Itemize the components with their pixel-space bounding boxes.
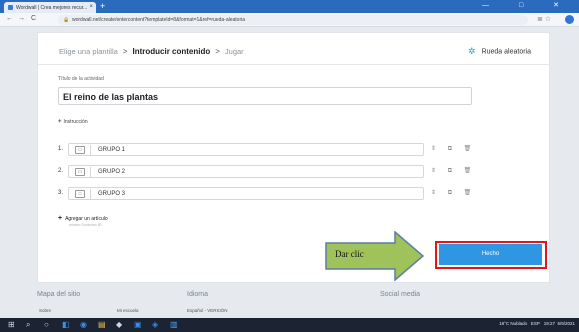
divider xyxy=(90,189,91,199)
clock-date: 6/9/2021 xyxy=(557,321,575,326)
breadcrumb-step-play[interactable]: Jugar xyxy=(225,47,244,56)
item-text: GRUPO 2 xyxy=(98,169,126,175)
footer-link[interactable]: Sobre xyxy=(39,308,51,313)
item-number: 3. xyxy=(58,190,64,196)
weather-text: 18°C Nublado xyxy=(499,321,528,326)
dar-clic-arrow-callout: Dar clic xyxy=(325,231,425,281)
store-icon[interactable]: ◆ xyxy=(116,320,122,330)
lock-icon: 🔒 xyxy=(63,17,70,23)
item-number: 1. xyxy=(58,146,64,152)
breadcrumb: Elige una plantilla > Introducir contenido… xyxy=(59,47,244,56)
taskview-icon[interactable]: ○ xyxy=(44,320,49,330)
search-icon[interactable]: ⌕ xyxy=(26,320,30,330)
instruction-label: Instrucción xyxy=(63,119,88,125)
divider xyxy=(90,167,91,177)
add-item-link[interactable]: + Agregar un artículo xyxy=(58,215,108,222)
windows-start-icon[interactable]: ⊞ xyxy=(8,320,15,330)
breadcrumb-step-template[interactable]: Elige una plantilla xyxy=(59,47,118,56)
window-controls[interactable]: — □ ✕ xyxy=(482,1,573,9)
item-input[interactable]: ▭ GRUPO 3 xyxy=(68,187,424,200)
language-indicator: ESP xyxy=(530,321,540,326)
screen: Wordwall | Crea mejores recur... × + — □… xyxy=(0,0,579,332)
new-tab-button[interactable]: + xyxy=(100,2,105,11)
template-indicator[interactable]: ✲ Rueda aleatoria xyxy=(468,46,531,57)
clock-time: 19:27 xyxy=(543,321,555,326)
forward-icon[interactable]: → xyxy=(18,15,25,22)
activity-title-label: Título de la actividad xyxy=(58,76,104,82)
back-icon[interactable]: ← xyxy=(6,15,13,22)
image-icon[interactable]: ▭ xyxy=(75,168,85,176)
mail-icon[interactable]: ▣ xyxy=(134,320,142,330)
item-actions-icons[interactable]: ⇕ ⧉ 🗑 xyxy=(431,167,476,175)
done-button[interactable]: Hecho xyxy=(439,244,542,265)
app-icon[interactable]: ▥ xyxy=(170,320,178,330)
item-text: GRUPO 3 xyxy=(98,191,126,197)
divider xyxy=(38,64,549,65)
item-input[interactable]: ▭ GRUPO 2 xyxy=(68,165,424,178)
page-content: Elige una plantilla > Introducir contenido… xyxy=(0,27,579,318)
item-actions-icons[interactable]: ⇕ ⧉ 🗑 xyxy=(431,145,476,153)
tab-title: Wordwall | Crea mejores recur... xyxy=(16,5,88,11)
footer-link[interactable]: Mi escuela xyxy=(117,308,139,313)
activity-title-input[interactable]: El reino de las plantas xyxy=(58,87,472,105)
item-number: 2. xyxy=(58,168,64,174)
windows-taskbar: ⊞ ⌕ ○ ◧ ◉ ▤ ◆ ▣ ◈ ▥ 18°C Nublado ESP 19:… xyxy=(0,318,579,332)
file-explorer-icon[interactable]: ▤ xyxy=(98,320,106,330)
callout-text: Dar clic xyxy=(335,249,364,259)
footer-sitemap-heading: Mapa del sitio xyxy=(37,291,81,298)
image-icon[interactable]: ▭ xyxy=(75,146,85,154)
breadcrumb-separator: > xyxy=(122,47,128,56)
url-field[interactable]: 🔒 wordwall.net/create/entercontent?templ… xyxy=(58,15,528,25)
item-actions-icons[interactable]: ⇕ ⧉ 🗑 xyxy=(431,189,476,197)
url-text: wordwall.net/create/entercontent?templat… xyxy=(72,17,246,23)
profile-avatar[interactable] xyxy=(565,15,574,24)
wordwall-favicon-icon xyxy=(8,5,13,10)
app-icon[interactable]: ◈ xyxy=(152,320,158,330)
edge-icon[interactable]: ◧ xyxy=(62,320,70,330)
breadcrumb-step-content: Introducir contenido xyxy=(132,47,211,56)
add-instruction-link[interactable]: + Instrucción xyxy=(58,119,88,125)
footer-language-heading: Idioma xyxy=(187,291,209,298)
bookmark-star-icon[interactable]: ≣ ☆ xyxy=(537,15,551,23)
language-selector[interactable]: Español - VERSIÓN xyxy=(187,308,228,313)
chrome-icon[interactable]: ◉ xyxy=(80,320,87,330)
browser-tab-strip: Wordwall | Crea mejores recur... × + — □… xyxy=(0,0,579,13)
template-name: Rueda aleatoria xyxy=(481,48,531,56)
address-bar-row: ← → C 🔒 wordwall.net/create/entercontent… xyxy=(0,13,579,27)
item-text: GRUPO 1 xyxy=(98,147,126,153)
system-tray[interactable]: 18°C Nublado ESP 19:27 6/9/2021 xyxy=(499,321,575,326)
browser-tab[interactable]: Wordwall | Crea mejores recur... × xyxy=(4,2,96,13)
image-icon[interactable]: ▭ xyxy=(75,190,85,198)
footer: Mapa del sitio Sobre Mi escuela Idioma E… xyxy=(37,287,550,318)
add-item-hint: mínimo 3 máximo 50 xyxy=(69,223,102,227)
add-item-label: Agregar un artículo xyxy=(65,216,108,222)
plus-icon: + xyxy=(58,119,62,125)
reload-icon[interactable]: C xyxy=(31,15,36,22)
editor-card: Elige una plantilla > Introducir contenido… xyxy=(37,32,550,283)
item-input[interactable]: ▭ GRUPO 1 xyxy=(68,143,424,156)
breadcrumb-separator: > xyxy=(215,47,220,56)
plus-icon: + xyxy=(58,215,63,222)
tab-close-icon[interactable]: × xyxy=(89,4,93,10)
pinwheel-icon: ✲ xyxy=(468,46,476,56)
footer-social-heading: Social media xyxy=(380,291,421,298)
divider xyxy=(90,145,91,155)
